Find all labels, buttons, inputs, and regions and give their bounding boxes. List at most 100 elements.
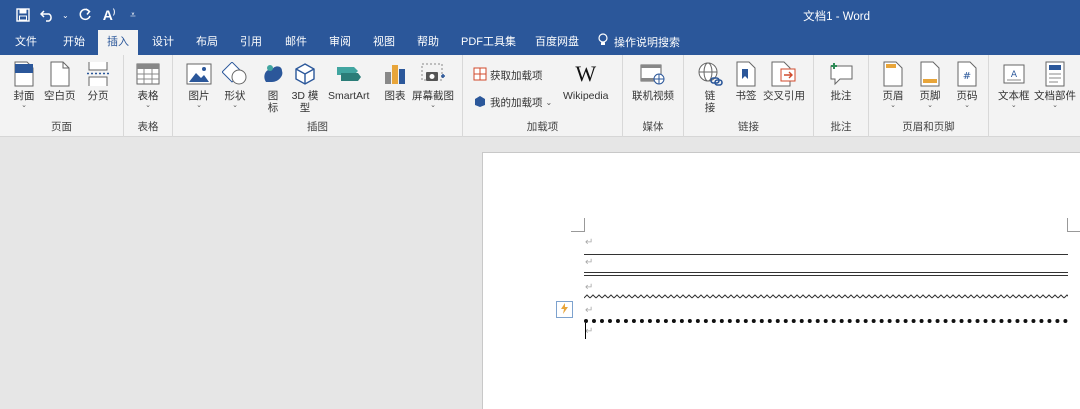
group-media: 联机视频 媒体 bbox=[623, 55, 684, 137]
blank-page-button[interactable]: 空白页 bbox=[44, 60, 76, 102]
tell-me-label: 操作说明搜索 bbox=[614, 36, 680, 49]
cross-reference-button[interactable]: 交叉引用 bbox=[763, 60, 805, 102]
group-label-links: 链接 bbox=[738, 121, 759, 133]
group-header-footer: 页眉 ⌄ 页脚 ⌄ # 页码 ⌄ 页眉和页脚 bbox=[869, 55, 989, 137]
svg-text:#: # bbox=[963, 71, 971, 82]
group-addins: 获取加载项 我的加载项 ⌄ W Wikipedia 加载项 bbox=[463, 55, 623, 137]
online-video-button[interactable]: 联机视频 bbox=[632, 60, 674, 102]
shapes-button[interactable]: 形状 ⌄ bbox=[221, 60, 249, 110]
tab-help[interactable]: 帮助 bbox=[408, 30, 448, 55]
cross-reference-icon bbox=[770, 60, 798, 88]
crop-mark-top-right bbox=[1067, 218, 1080, 232]
group-illustrations: 图片 ⌄ 形状 ⌄ 图 标 3D 模 型 SmartArt 图表 屏幕截图 ⌄ … bbox=[173, 55, 463, 137]
chevron-down-icon: ⌄ bbox=[1010, 102, 1017, 109]
link-button[interactable]: 链 接 bbox=[696, 60, 724, 114]
quick-parts-button[interactable]: 文档部件 ⌄ bbox=[1034, 60, 1076, 110]
document-page[interactable] bbox=[482, 152, 1080, 409]
autocorrect-options-button[interactable] bbox=[556, 301, 573, 318]
group-links: 链 接 书签 交叉引用 链接 bbox=[684, 55, 814, 137]
wikipedia-icon: W bbox=[575, 61, 597, 86]
store-icon bbox=[473, 67, 487, 84]
chevron-down-icon: ⌄ bbox=[196, 102, 202, 109]
group-label-tables: 表格 bbox=[137, 121, 159, 133]
smartart-icon bbox=[335, 60, 363, 88]
table-icon bbox=[134, 60, 162, 88]
bar-chart-icon bbox=[381, 60, 409, 88]
film-icon bbox=[639, 60, 667, 88]
document-title: 文档1 - Word bbox=[803, 11, 870, 23]
cover-page-button[interactable]: 封面 ⌄ bbox=[10, 60, 38, 110]
page-number-icon: # bbox=[953, 60, 981, 88]
group-label-comments: 批注 bbox=[830, 121, 852, 133]
wavy-line-border bbox=[584, 293, 1068, 301]
paragraph-mark: ↵ bbox=[585, 326, 594, 337]
customize-qat-icon[interactable]: ⩡ bbox=[124, 6, 142, 24]
screenshot-icon bbox=[419, 60, 447, 88]
undo-icon[interactable] bbox=[38, 6, 56, 24]
save-icon[interactable] bbox=[14, 6, 32, 24]
chart-button[interactable]: 图表 bbox=[381, 60, 409, 102]
undo-dropdown-icon[interactable]: ⌄ bbox=[62, 11, 70, 20]
font-size-icon[interactable]: A) bbox=[100, 6, 118, 24]
lightbulb-icon bbox=[598, 31, 608, 55]
page-number-button[interactable]: # 页码 ⌄ bbox=[953, 60, 981, 110]
text-box-button[interactable]: A 文本框 ⌄ bbox=[998, 60, 1030, 110]
header-button[interactable]: 页眉 ⌄ bbox=[879, 60, 907, 110]
quick-access-toolbar: ⌄ A) ⩡ bbox=[14, 6, 142, 24]
table-button[interactable]: 表格 ⌄ bbox=[134, 60, 162, 110]
group-label-illustrations: 插图 bbox=[307, 121, 328, 133]
3d-models-button[interactable]: 3D 模 型 bbox=[291, 60, 319, 114]
chevron-down-icon: ⌄ bbox=[927, 102, 933, 109]
group-pages: 封面 ⌄ 空白页 分页 页面 bbox=[0, 55, 124, 137]
chevron-down-icon: ⌄ bbox=[890, 102, 896, 109]
paragraph-mark: ↵ bbox=[585, 282, 594, 293]
chevron-down-icon: ⌄ bbox=[145, 102, 151, 109]
globe-link-icon bbox=[696, 60, 724, 88]
my-addins-button[interactable]: 我的加载项 ⌄ bbox=[473, 94, 552, 111]
tab-baidu-netdisk[interactable]: 百度网盘 bbox=[526, 30, 588, 55]
new-comment-button[interactable]: 批注 bbox=[827, 60, 855, 102]
chevron-down-icon: ⌄ bbox=[545, 98, 553, 107]
group-label-addins: 加载项 bbox=[526, 121, 559, 133]
bookmark-button[interactable]: 书签 bbox=[732, 60, 760, 102]
ribbon-tabs: 文件 开始 插入 设计 布局 引用 邮件 审阅 视图 帮助 PDF工具集 百度网… bbox=[0, 30, 1080, 55]
footer-icon bbox=[916, 60, 944, 88]
get-addins-button[interactable]: 获取加载项 bbox=[473, 67, 543, 84]
tab-view[interactable]: 视图 bbox=[364, 30, 404, 55]
svg-text:A: A bbox=[1011, 70, 1018, 80]
chevron-down-icon: ⌄ bbox=[232, 102, 238, 109]
header-icon bbox=[879, 60, 907, 88]
tab-insert[interactable]: 插入 bbox=[98, 30, 138, 55]
text-box-icon: A bbox=[1000, 60, 1028, 88]
picture-icon bbox=[185, 60, 213, 88]
bookmark-icon bbox=[732, 60, 760, 88]
cover-page-icon bbox=[10, 60, 38, 88]
page-break-button[interactable]: 分页 bbox=[84, 60, 112, 102]
screenshot-button[interactable]: 屏幕截图 ⌄ bbox=[412, 60, 454, 110]
title-bar: ⌄ A) ⩡ 文档1 - Word bbox=[0, 0, 1080, 30]
paragraph-mark: ↵ bbox=[585, 237, 594, 248]
footer-button[interactable]: 页脚 ⌄ bbox=[916, 60, 944, 110]
quick-parts-icon bbox=[1041, 60, 1069, 88]
redo-icon[interactable] bbox=[76, 6, 94, 24]
tell-me-search[interactable]: 操作说明搜索 bbox=[598, 30, 680, 55]
icons-button[interactable]: 图 标 bbox=[259, 60, 287, 114]
chevron-down-icon: ⌄ bbox=[430, 102, 436, 109]
tab-review[interactable]: 审阅 bbox=[320, 30, 360, 55]
chevron-down-icon: ⌄ bbox=[21, 102, 27, 109]
addin-icon bbox=[473, 94, 487, 111]
tab-mailings[interactable]: 邮件 bbox=[276, 30, 316, 55]
tab-home[interactable]: 开始 bbox=[54, 30, 94, 55]
comment-icon bbox=[827, 60, 855, 88]
chevron-down-icon: ⌄ bbox=[964, 102, 970, 109]
tab-layout[interactable]: 布局 bbox=[187, 30, 227, 55]
tab-design[interactable]: 设计 bbox=[143, 30, 183, 55]
tab-references[interactable]: 引用 bbox=[231, 30, 271, 55]
wikipedia-button[interactable]: W Wikipedia bbox=[563, 60, 609, 103]
tab-pdf-tools[interactable]: PDF工具集 bbox=[452, 30, 525, 55]
picture-button[interactable]: 图片 ⌄ bbox=[185, 60, 213, 110]
smartart-button[interactable]: SmartArt bbox=[328, 60, 369, 102]
tab-file[interactable]: 文件 bbox=[6, 30, 46, 55]
ribbon-insert: 封面 ⌄ 空白页 分页 页面 表格 ⌄ 表格 图片 ⌄ 形状 ⌄ 图 标 3D … bbox=[0, 55, 1080, 137]
group-tables: 表格 ⌄ 表格 bbox=[124, 55, 173, 137]
